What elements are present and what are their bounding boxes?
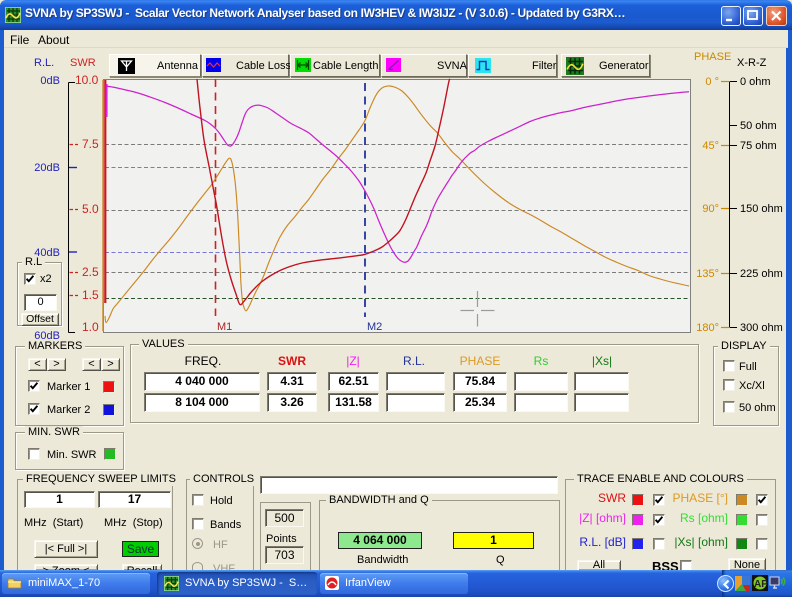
svg-text:90°: 90° <box>702 203 719 215</box>
svg-text:5.0: 5.0 <box>82 202 99 216</box>
svg-text:75 ohm: 75 ohm <box>740 140 777 152</box>
svg-text:1.0: 1.0 <box>82 320 99 334</box>
svg-text:180°: 180° <box>696 322 719 334</box>
svg-text:10.0: 10.0 <box>75 73 99 87</box>
svg-text:225 ohm: 225 ohm <box>740 268 783 280</box>
svg-text:PHASE: PHASE <box>694 51 731 63</box>
svg-text:0 ohm: 0 ohm <box>740 76 771 88</box>
svg-text:150 ohm: 150 ohm <box>740 203 783 215</box>
svg-text:M2: M2 <box>367 321 382 333</box>
svg-text:50 ohm: 50 ohm <box>740 120 777 132</box>
svg-text:M1: M1 <box>217 321 232 333</box>
svg-text:0 °: 0 ° <box>705 76 719 88</box>
svg-text:135°: 135° <box>696 268 719 280</box>
svg-text:300 ohm: 300 ohm <box>740 322 783 334</box>
svg-text:20dB: 20dB <box>34 162 60 174</box>
svg-text:2.5: 2.5 <box>82 265 99 279</box>
svg-text:AP: AP <box>754 579 768 590</box>
svg-text:7.5: 7.5 <box>82 137 99 151</box>
svg-text:X-R-Z: X-R-Z <box>737 57 767 69</box>
svg-text:0dB: 0dB <box>40 75 60 87</box>
svg-text:R.L.: R.L. <box>34 57 54 69</box>
svg-text:45°: 45° <box>702 140 719 152</box>
svg-text:1.5: 1.5 <box>82 288 99 302</box>
svg-text:SWR: SWR <box>70 57 96 69</box>
